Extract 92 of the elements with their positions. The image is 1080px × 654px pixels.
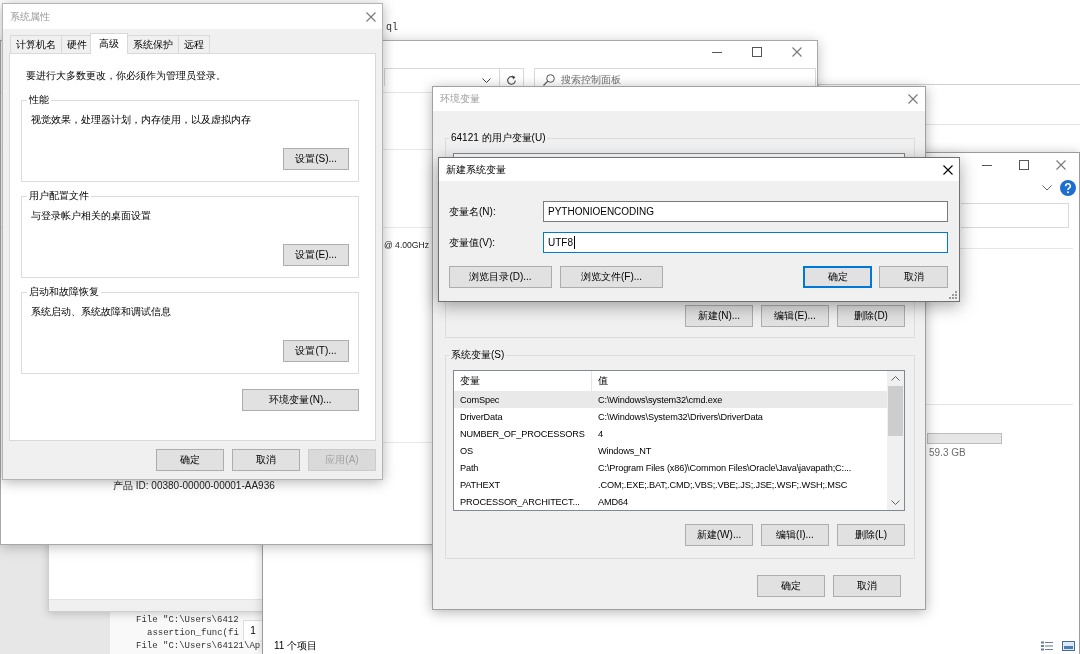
window-title: 新建系统变量 bbox=[446, 163, 506, 176]
caret-icon[interactable] bbox=[482, 77, 491, 83]
group-title: 性能 bbox=[28, 94, 50, 106]
tab[interactable]: 高级 bbox=[90, 33, 128, 54]
scroll-down-icon[interactable] bbox=[891, 500, 900, 505]
table-row[interactable]: NUMBER_OF_PROCESSORS 4 bbox=[454, 425, 887, 442]
settings-button[interactable]: 设置(S)... bbox=[283, 148, 349, 170]
edit-button[interactable]: 编辑(E)... bbox=[761, 305, 829, 327]
chevron-icon[interactable] bbox=[1042, 185, 1052, 191]
table-cell-text: ComSpec bbox=[459, 393, 501, 406]
maximize-icon[interactable] bbox=[752, 47, 762, 57]
input-field[interactable]: UTF8 bbox=[543, 232, 948, 253]
refresh-button[interactable] bbox=[500, 68, 524, 86]
close-icon[interactable] bbox=[943, 164, 953, 175]
variables-list[interactable] bbox=[453, 370, 905, 511]
group-title: 系统变量(S) bbox=[450, 349, 506, 361]
field-label: 变量值(V): bbox=[449, 236, 497, 249]
settings-button[interactable]: 设置(E)... bbox=[283, 244, 349, 266]
table-cell-text: PROCESSOR_ARCHITECT... bbox=[459, 495, 581, 508]
search-icon bbox=[543, 74, 555, 86]
table-cell-text: .COM;.EXE;.BAT;.CMD;.VBS;.VBE;.JS;.JSE;.WSF;.WSH;.MSC bbox=[597, 478, 849, 491]
tab[interactable]: 计算机名 bbox=[10, 35, 62, 53]
notice-text: 要进行大多数更改，你必须作为管理员登录。 bbox=[26, 70, 227, 82]
group-description: 与登录帐户相关的桌面设置 bbox=[31, 210, 152, 222]
browse-folder-button[interactable]: 浏览目录(D)... bbox=[449, 266, 552, 288]
tab[interactable]: 系统保护 bbox=[127, 35, 179, 53]
code-line: assertion_func(fi bbox=[147, 627, 239, 640]
window-title: 环境变量 bbox=[440, 93, 480, 105]
details-view-icon[interactable] bbox=[1041, 641, 1053, 651]
group-description: 视觉效果，处理器计划，内存使用，以及虚拟内存 bbox=[31, 114, 252, 126]
help-icon[interactable] bbox=[1060, 180, 1076, 196]
table-row[interactable]: ComSpec C:\Windows\system32\cmd.exe bbox=[454, 391, 887, 408]
maximize-icon[interactable] bbox=[1018, 160, 1029, 170]
item-count-text: 11 个项目 bbox=[274, 640, 318, 652]
ok-button[interactable]: 确定 bbox=[156, 449, 224, 471]
settings-button[interactable]: 设置(T)... bbox=[283, 340, 349, 362]
table-cell-text: C:\Windows\system32\cmd.exe bbox=[597, 393, 724, 406]
input-field[interactable]: PYTHONIOENCODING bbox=[543, 201, 948, 222]
processor-text: @ 4.00GHz bbox=[384, 240, 430, 250]
input-field[interactable] bbox=[961, 203, 1069, 228]
text-cursor-icon bbox=[574, 236, 575, 249]
ok-button[interactable]: 确定 bbox=[757, 575, 825, 597]
table-cell-text: OS bbox=[459, 444, 474, 457]
code-line: File "C:\Users\6412 bbox=[136, 614, 239, 627]
table-row[interactable]: PROCESSOR_ARCHITECT... AMD64 bbox=[454, 493, 887, 510]
new-button[interactable]: 新建(W)... bbox=[685, 524, 753, 546]
table-cell-text: DriverData bbox=[459, 410, 504, 423]
refresh-icon bbox=[506, 74, 517, 86]
delete-button[interactable]: 删除(D) bbox=[837, 305, 905, 327]
table-cell-text: Path bbox=[459, 461, 480, 474]
delete-button[interactable]: 删除(L) bbox=[837, 524, 905, 546]
product-id-text: 产品 ID: 00380-00000-00001-AA936 bbox=[113, 480, 275, 491]
scrollbar[interactable] bbox=[887, 371, 904, 510]
resize-grip-icon[interactable] bbox=[949, 291, 957, 299]
code-text: ql bbox=[386, 22, 398, 33]
table-cell-text: NUMBER_OF_PROCESSORS bbox=[459, 427, 586, 440]
table-row[interactable]: OS Windows_NT bbox=[454, 442, 887, 459]
group-title: 启动和故障恢复 bbox=[28, 286, 100, 298]
column-header[interactable]: 值 bbox=[592, 371, 887, 391]
table-cell-text: 4 bbox=[597, 427, 604, 440]
field-label: 变量名(N): bbox=[449, 205, 497, 218]
table-cell-text: AMD64 bbox=[597, 495, 629, 508]
browse-file-button[interactable]: 浏览文件(F)... bbox=[560, 266, 663, 288]
cancel-button[interactable]: 取消 bbox=[232, 449, 300, 471]
table-row[interactable]: Path C:\Program Files (x86)\Common Files\Oracle\Java\javapath;C:... bbox=[454, 459, 887, 476]
window-title: 系统属性 bbox=[10, 10, 50, 23]
address-field[interactable] bbox=[384, 68, 500, 86]
environment-variables-button[interactable]: 环境变量(N)... bbox=[242, 389, 359, 411]
cancel-button[interactable]: 取消 bbox=[879, 266, 948, 288]
minimize-icon[interactable] bbox=[712, 51, 722, 53]
table-cell-text: C:\Program Files (x86)\Common Files\Oracle\Java\javapath;C:... bbox=[597, 461, 853, 474]
code-line: File "C:\Users\64121\Ap bbox=[136, 640, 261, 653]
page-number[interactable]: 1 bbox=[243, 620, 262, 640]
disk-space-text: 59.3 GB bbox=[929, 447, 966, 459]
large-icons-view-icon[interactable] bbox=[1062, 641, 1075, 651]
new-button[interactable]: 新建(N)... bbox=[685, 305, 753, 327]
tab[interactable]: 硬件 bbox=[61, 35, 93, 53]
group-title: 用户配置文件 bbox=[28, 190, 90, 202]
table-cell-text: PATHEXT bbox=[459, 478, 501, 491]
cancel-button[interactable]: 取消 bbox=[833, 575, 901, 597]
minimize-icon[interactable] bbox=[981, 164, 992, 166]
table-cell-text: Windows_NT bbox=[597, 444, 653, 457]
group-title: 64121 的用户变量(U) bbox=[450, 132, 547, 144]
scrollbar-thumb[interactable] bbox=[888, 386, 903, 436]
table-row[interactable]: PATHEXT .COM;.EXE;.BAT;.CMD;.VBS;.VBE;.JS;.JSE;.WSF;.WSH;.MSC bbox=[454, 476, 887, 493]
table-cell-text: C:\Windows\System32\Drivers\DriverData bbox=[597, 410, 764, 423]
group-description: 系统启动、系统故障和调试信息 bbox=[31, 306, 172, 318]
table-row[interactable]: DriverData C:\Windows\System32\Drivers\DriverData bbox=[454, 408, 887, 425]
scroll-up-icon[interactable] bbox=[891, 376, 900, 381]
ok-button[interactable]: 确定 bbox=[803, 266, 872, 288]
tab[interactable]: 远程 bbox=[178, 35, 210, 53]
edit-button[interactable]: 编辑(I)... bbox=[761, 524, 829, 546]
